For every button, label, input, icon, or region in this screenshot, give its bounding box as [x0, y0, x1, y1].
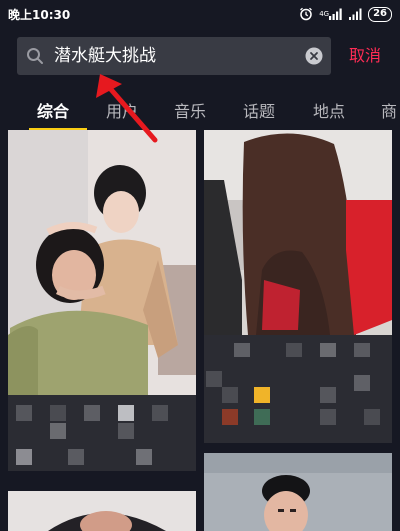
- video-card[interactable]: [8, 130, 196, 471]
- battery-icon: 26: [368, 6, 392, 22]
- tab-bar: 综合 用户 音乐 话题 地点 商: [0, 92, 400, 132]
- search-icon: [26, 47, 44, 65]
- search-query[interactable]: 潜水艇大挑战: [54, 45, 156, 67]
- tab-topics[interactable]: 话题: [243, 98, 275, 122]
- tab-shop[interactable]: 商: [381, 98, 397, 122]
- wifi-icon: [349, 8, 362, 20]
- video-thumbnail: [8, 130, 196, 395]
- tab-music[interactable]: 音乐: [174, 98, 206, 122]
- network-label: 4G: [319, 9, 330, 18]
- video-card[interactable]: [204, 453, 392, 531]
- status-icons: 4G 26: [299, 6, 392, 22]
- alarm-icon: [299, 7, 313, 21]
- status-bar: 晚上10:30 4G 26: [0, 0, 400, 28]
- blurred-caption: [204, 335, 392, 443]
- video-thumbnail: [204, 130, 392, 335]
- video-card[interactable]: [204, 130, 392, 443]
- tab-places[interactable]: 地点: [313, 98, 345, 122]
- video-thumbnail: [204, 453, 392, 531]
- tab-comprehensive[interactable]: 综合: [37, 98, 69, 122]
- video-card[interactable]: [8, 491, 196, 531]
- results-feed: [0, 130, 400, 531]
- blurred-caption: [8, 395, 196, 471]
- signal-icon: 4G: [319, 8, 343, 20]
- clear-icon[interactable]: [305, 47, 323, 65]
- status-time: 晚上10:30: [8, 7, 71, 22]
- cancel-button[interactable]: 取消: [349, 45, 381, 67]
- search-input[interactable]: 潜水艇大挑战: [17, 37, 331, 75]
- tab-users[interactable]: 用户: [106, 98, 138, 122]
- video-thumbnail: [8, 491, 196, 531]
